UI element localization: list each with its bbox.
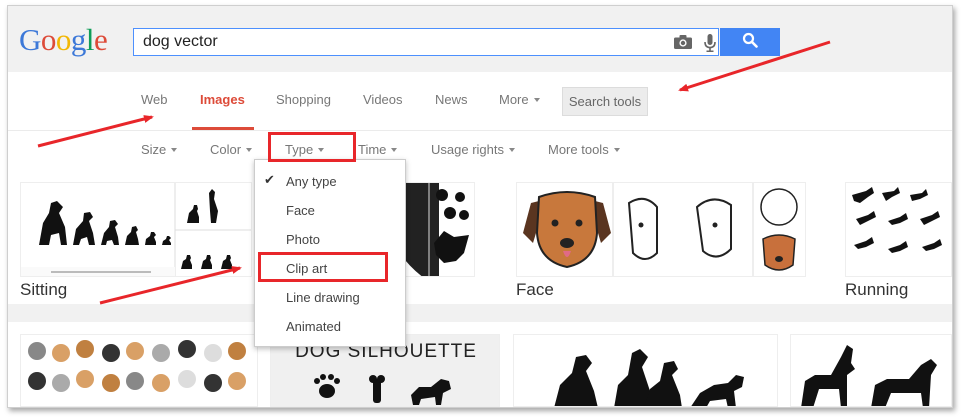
image-thumbnail-dog-group[interactable] [513,334,778,407]
active-tab-indicator [192,127,254,130]
search-button[interactable] [720,28,780,56]
related-search-sitting[interactable]: Sitting [20,280,67,300]
menu-item-any-type[interactable]: ✔ Any type [255,168,405,194]
search-query-text[interactable]: dog vector [143,33,218,51]
image-results-row: DOG SILHOUETTE [8,322,952,407]
menu-item-face[interactable]: Face [255,197,405,223]
search-header: Google dog vector [8,6,952,72]
menu-item-clip-art[interactable]: Clip art [255,255,405,281]
tab-more[interactable]: More [499,92,540,107]
tab-images[interactable]: Images [200,92,245,107]
chevron-down-icon [613,147,620,152]
filter-usage-rights[interactable]: Usage rights [431,142,515,157]
filter-color[interactable]: Color [210,142,253,157]
chevron-down-icon [318,147,325,152]
menu-item-animated[interactable]: Animated [255,313,405,339]
chevron-down-icon [391,147,398,152]
dog-group-silhouette-image [554,349,744,406]
tab-news[interactable]: News [435,92,468,107]
image-thumbnail-face[interactable] [516,182,806,277]
type-dropdown-menu: ✔ Any type Face Photo Clip art Line draw… [254,159,406,347]
tab-shopping[interactable]: Shopping [276,92,331,107]
related-search-running[interactable]: Running [845,280,908,300]
filter-bar: Size Color Type Time Usage rights More t… [8,131,952,167]
tab-web[interactable]: Web [141,92,168,107]
search-input[interactable]: dog vector [133,28,719,56]
related-search-face[interactable]: Face [516,280,554,300]
image-thumbnail-cartoon-dogs[interactable] [20,334,258,407]
running-dogs-image [852,187,942,253]
menu-item-line-drawing[interactable]: Line drawing [255,284,405,310]
chevron-down-icon [508,147,515,152]
image-thumbnail-running[interactable] [845,182,952,277]
nav-tabs: Web Images Shopping Videos News More Sea… [8,72,952,131]
chevron-down-icon [246,147,253,152]
dog-silhouette-image [21,183,251,276]
image-thumbnail-sitting[interactable] [20,182,252,277]
dog-breeds-silhouette-image [801,345,937,406]
filter-more-tools[interactable]: More tools [548,142,620,157]
filter-time[interactable]: Time [358,142,398,157]
menu-item-photo[interactable]: Photo [255,226,405,252]
browser-frame: Google dog vector Web Images Shopping Vi… [7,5,953,408]
cartoon-dogs-image [28,340,246,392]
google-logo[interactable]: Google [19,24,108,55]
related-searches-row: Sitting Face Running [8,167,952,304]
filter-size[interactable]: Size [141,142,178,157]
chevron-down-icon [533,97,540,102]
image-thumbnail-dog-breeds[interactable] [790,334,952,407]
filter-type[interactable]: Type [285,142,325,157]
dog-faces-image [523,183,798,276]
search-tools-button[interactable]: Search tools [562,87,648,116]
camera-icon[interactable] [674,35,692,54]
search-icon [742,32,758,53]
image-results: Sitting Face Running DOG SILHOUETTE [8,167,952,407]
chevron-down-icon [171,147,178,152]
tab-videos[interactable]: Videos [363,92,403,107]
checkmark-icon: ✔ [264,172,275,187]
microphone-icon[interactable] [704,34,716,57]
